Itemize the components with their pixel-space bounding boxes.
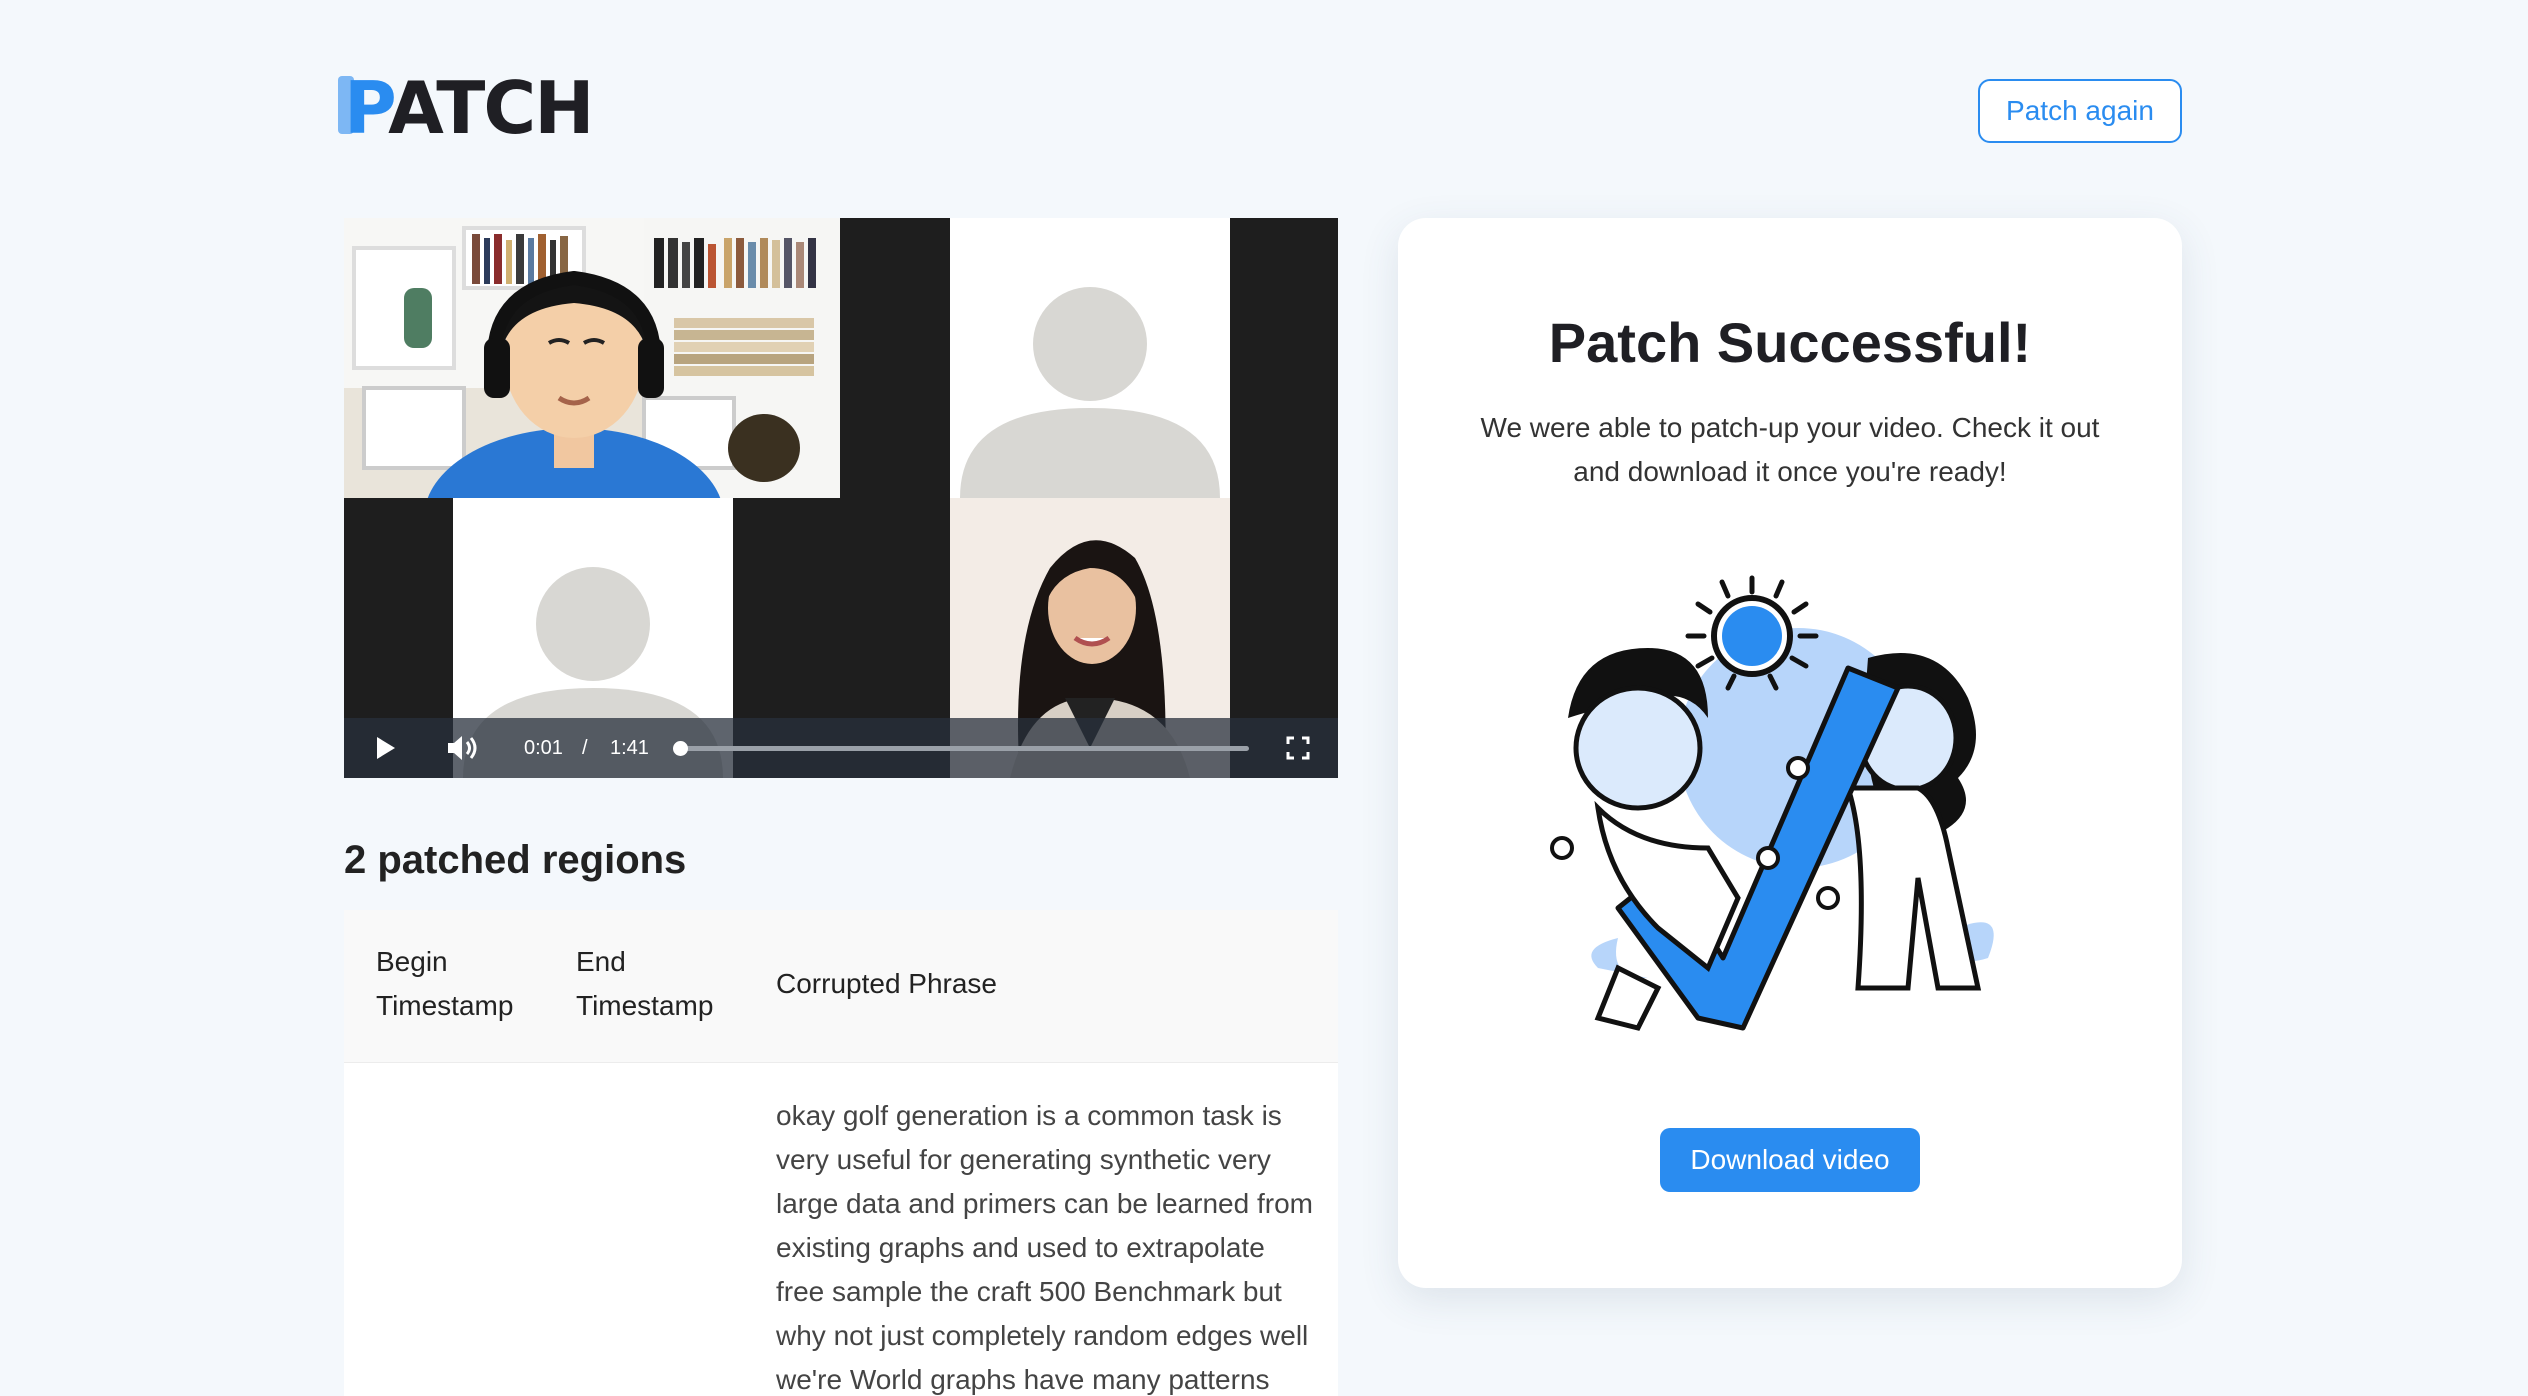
play-icon[interactable]: [374, 734, 398, 762]
success-card: Patch Successful! We were able to patch-…: [1398, 218, 2182, 1288]
progress-thumb[interactable]: [672, 741, 688, 756]
video-player[interactable]: 0:01 / 1:41: [344, 218, 1338, 778]
logo-text: PATCH: [344, 72, 595, 144]
logo-p-letter: P: [344, 66, 390, 150]
avatar-placeholder-icon: [960, 287, 1220, 498]
column-header-begin: Begin Timestamp: [376, 946, 514, 1021]
logo: PATCH: [344, 72, 595, 144]
success-subtitle: We were able to patch-up your video. Che…: [1480, 412, 2100, 487]
column-header-phrase: Corrupted Phrase: [776, 968, 998, 999]
fullscreen-icon[interactable]: [1286, 736, 1310, 760]
table-header: Begin Timestamp End Timestamp Corrupted …: [344, 910, 1338, 1063]
download-video-button[interactable]: Download video: [1660, 1128, 1920, 1192]
progress-track[interactable]: [674, 746, 1249, 751]
patch-again-button[interactable]: Patch again: [1978, 79, 2182, 143]
time-separator: /: [582, 736, 588, 759]
video-controls: 0:01 / 1:41: [344, 718, 1338, 778]
logo-rest: ATCH: [388, 66, 594, 150]
success-title: Patch Successful!: [1548, 311, 2032, 374]
volume-icon[interactable]: [446, 733, 480, 763]
current-time: 0:01: [524, 736, 563, 759]
duration: 1:41: [610, 736, 649, 759]
patched-regions-table: Begin Timestamp End Timestamp Corrupted …: [344, 910, 1338, 1396]
success-checkmark-illustration: [1550, 575, 1994, 1031]
corrupted-phrase-cell: okay golf generation is a common task is…: [776, 1100, 1313, 1395]
participant-video-man: [344, 218, 840, 498]
participant-placeholder-avatar: [950, 218, 1230, 498]
column-header-end: End Timestamp: [576, 946, 714, 1021]
patched-regions-title: 2 patched regions: [344, 838, 687, 882]
bookshelf-scene-image: [344, 218, 840, 498]
